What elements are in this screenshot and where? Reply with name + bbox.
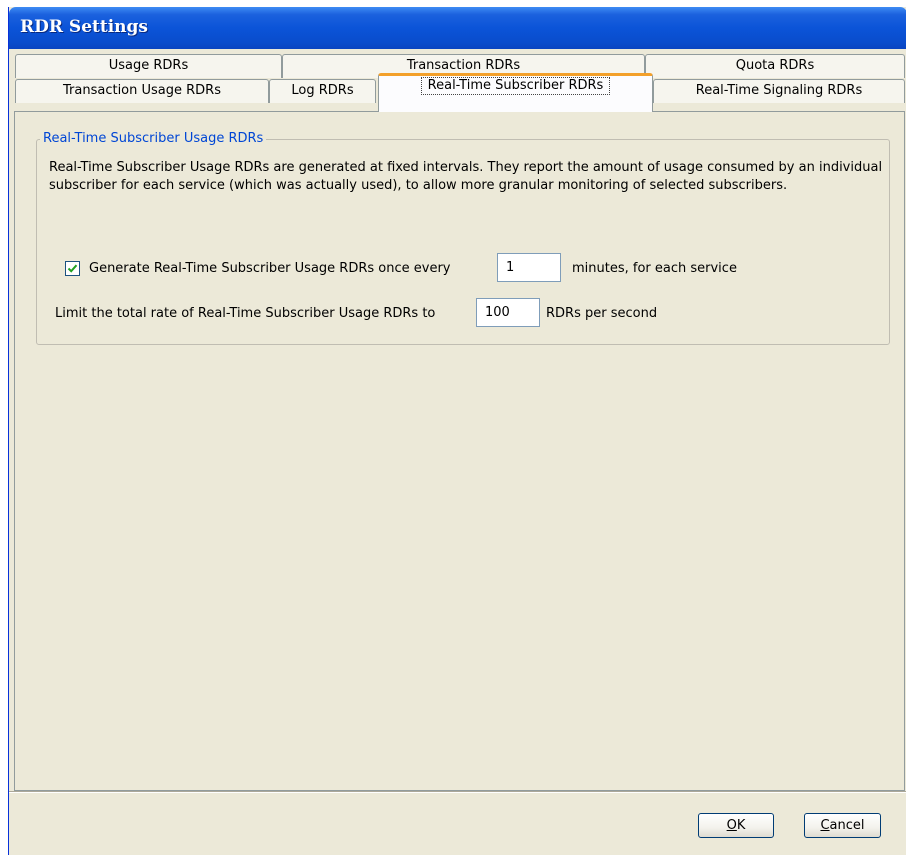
tab-real-time-signaling-rdrs[interactable]: Real-Time Signaling RDRs xyxy=(653,79,905,103)
tab-quota-rdrs[interactable]: Quota RDRs xyxy=(645,54,905,78)
tab-transaction-usage-rdrs[interactable]: Transaction Usage RDRs xyxy=(15,79,269,103)
tab-label: Transaction Usage RDRs xyxy=(63,83,221,98)
tab-label: Transaction RDRs xyxy=(406,58,521,73)
generate-interval-label[interactable]: Generate Real-Time Subscriber Usage RDRs… xyxy=(89,261,450,277)
cancel-mnemonic: C xyxy=(820,818,830,833)
cancel-button[interactable]: Cancel xyxy=(804,813,881,838)
interval-suffix: minutes, for each service xyxy=(572,261,737,276)
rate-limit-input[interactable]: 100 xyxy=(476,298,540,327)
tab-real-time-subscriber-rdrs[interactable]: Real-Time Subscriber RDRs xyxy=(378,73,653,112)
ok-label-rest: K xyxy=(736,818,746,833)
tab-label: Log RDRs xyxy=(291,83,354,98)
ok-button[interactable]: OK xyxy=(698,813,774,838)
generate-interval-checkbox[interactable] xyxy=(65,261,80,276)
tab-label: Usage RDRs xyxy=(108,58,189,73)
tab-label: Real-Time Subscriber RDRs xyxy=(420,77,611,95)
rate-limit-suffix: RDRs per second xyxy=(546,306,658,321)
tab-log-rdrs[interactable]: Log RDRs xyxy=(269,79,376,103)
interval-minutes-input[interactable]: 1 xyxy=(497,253,561,282)
button-bar-separator xyxy=(9,791,906,793)
tab-usage-rdrs[interactable]: Usage RDRs xyxy=(15,54,282,78)
group-description: Real-Time Subscriber Usage RDRs are gene… xyxy=(49,160,883,193)
ok-mnemonic: O xyxy=(726,818,737,833)
groupbox-title: Real-Time Subscriber Usage RDRs xyxy=(40,131,267,147)
title-bar[interactable]: RDR Settings xyxy=(9,7,906,49)
tab-label: Quota RDRs xyxy=(735,58,815,73)
checkmark-icon xyxy=(67,264,78,273)
rate-limit-label: Limit the total rate of Real-Time Subscr… xyxy=(55,306,436,321)
cancel-label-rest: ancel xyxy=(829,818,865,833)
rdr-settings-dialog: RDR Settings Usage RDRs Transaction RDRs… xyxy=(8,7,906,855)
tab-label: Real-Time Signaling RDRs xyxy=(695,83,863,98)
window-title: RDR Settings xyxy=(20,17,148,37)
